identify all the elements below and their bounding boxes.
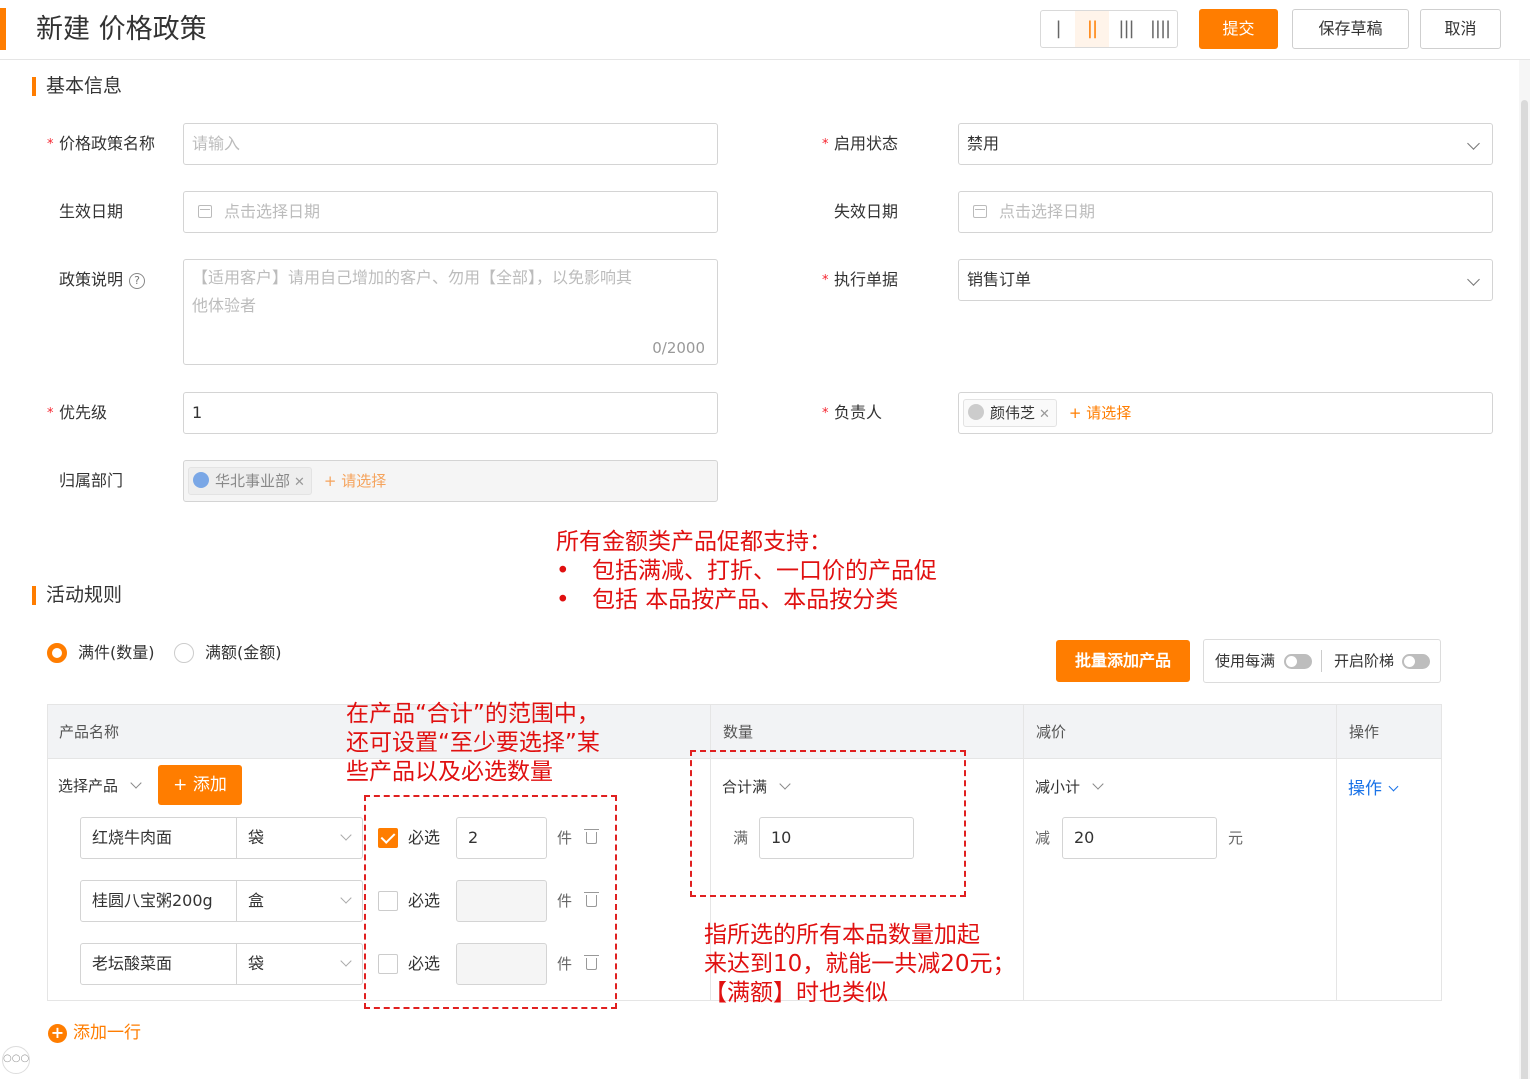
dept-add-button[interactable]: + 请选择 bbox=[324, 472, 386, 490]
doc-select[interactable]: 销售订单 bbox=[958, 259, 1493, 301]
chevron-down-icon bbox=[1092, 778, 1104, 790]
annotation-mid-line2: 还可设置“至少要选择”某 bbox=[346, 730, 600, 756]
add-row-button[interactable]: 添加一行 bbox=[73, 1022, 141, 1044]
annotation-mid-line1: 在产品“合计”的范围中， bbox=[346, 701, 600, 727]
start-date-picker[interactable]: 点击选择日期 bbox=[183, 191, 718, 233]
unit-select[interactable]: 盒 bbox=[237, 880, 363, 922]
annotation-bottom-line3: 【满额】时也类似 bbox=[704, 980, 888, 1006]
ladder-label: 开启阶梯 bbox=[1334, 652, 1395, 670]
add-product-button[interactable]: + 添加 bbox=[158, 765, 242, 805]
start-date-label: 生效日期 bbox=[59, 202, 124, 221]
chevron-down-icon bbox=[340, 892, 352, 904]
discount-prefix: 减 bbox=[1035, 829, 1051, 847]
owner-picker[interactable]: 颜伟芝 ✕ + 请选择 bbox=[958, 392, 1493, 434]
avatar-icon bbox=[968, 404, 984, 420]
annotation-box-required bbox=[364, 795, 617, 1009]
department-icon bbox=[193, 472, 209, 488]
annotation-top-bullet1: 包括满减、打折、一口价的产品促 bbox=[592, 558, 937, 584]
annotation-bottom-line1: 指所选的所有本品数量加起 bbox=[704, 922, 980, 948]
layout-1-column[interactable]: | bbox=[1041, 11, 1075, 47]
chevron-down-icon bbox=[1467, 273, 1480, 286]
batch-add-button[interactable]: 批量添加产品 bbox=[1056, 640, 1190, 682]
annotation-bottom-line2: 来达到10，就能一共减20元； bbox=[704, 951, 1016, 977]
discount-unit: 元 bbox=[1228, 829, 1244, 847]
annotation-top-line1: 所有金额类产品促都支持： bbox=[556, 529, 832, 555]
radio-amount[interactable] bbox=[174, 643, 194, 663]
annotation-top-bullet-char-1: • bbox=[556, 558, 570, 584]
dept-picker[interactable]: 华北事业部 ✕ + 请选择 bbox=[183, 460, 718, 502]
annotation-top-bullet-char-2: • bbox=[556, 587, 570, 613]
annotation-top-bullet2: 包括 本品按产品、本品按分类 bbox=[592, 587, 899, 613]
close-icon[interactable]: ✕ bbox=[1039, 407, 1050, 422]
chevron-down-icon bbox=[340, 829, 352, 841]
product-name-input[interactable]: 老坛酸菜面 bbox=[80, 943, 237, 985]
policy-name-label: * 价格政策名称 bbox=[47, 134, 156, 153]
description-label: 政策说明? bbox=[59, 269, 146, 291]
add-row-icon[interactable]: + bbox=[48, 1024, 67, 1043]
toggle-divider bbox=[1321, 650, 1322, 672]
char-counter: 0/2000 bbox=[652, 339, 705, 357]
column-layout-switch[interactable]: | || ||| |||| bbox=[1040, 10, 1178, 48]
col-header-name: 产品名称 bbox=[59, 723, 120, 741]
status-select[interactable]: 禁用 bbox=[958, 123, 1493, 165]
scrollbar-thumb[interactable] bbox=[1521, 100, 1528, 1079]
status-label: * 启用状态 bbox=[822, 134, 899, 153]
chevron-down-icon bbox=[130, 777, 142, 789]
calendar-icon bbox=[198, 205, 212, 218]
page-title: 新建 价格政策 bbox=[36, 14, 207, 45]
use-each-switch[interactable] bbox=[1284, 654, 1312, 669]
toggle-group: 使用每满 开启阶梯 bbox=[1203, 639, 1441, 683]
discount-mode-select[interactable]: 减小计 bbox=[1035, 776, 1104, 798]
owner-add-button[interactable]: + 请选择 bbox=[1069, 404, 1131, 422]
chevron-down-icon bbox=[1467, 137, 1480, 150]
annotation-box-qty bbox=[690, 750, 966, 897]
owner-tag[interactable]: 颜伟芝 ✕ bbox=[963, 399, 1057, 427]
col-header-discount: 减价 bbox=[1036, 723, 1067, 741]
chevron-down-icon bbox=[1388, 781, 1399, 792]
col-header-op: 操作 bbox=[1349, 723, 1380, 741]
owner-label: * 负责人 bbox=[822, 403, 883, 422]
radio-quantity[interactable] bbox=[47, 643, 67, 663]
discount-amount-input[interactable]: 20 bbox=[1062, 817, 1217, 859]
product-name-input[interactable]: 桂圆八宝粥200g bbox=[80, 880, 237, 922]
dept-tag[interactable]: 华北事业部 ✕ bbox=[188, 467, 312, 495]
priority-label: * 优先级 bbox=[47, 403, 108, 422]
description-textarea[interactable]: 【适用客户】请用自己增加的客户、勿用【全部】，以免影响其 他体验者 0/2000 bbox=[183, 259, 718, 365]
end-date-picker[interactable]: 点击选择日期 bbox=[958, 191, 1493, 233]
submit-button[interactable]: 提交 bbox=[1199, 9, 1278, 49]
close-icon[interactable]: ✕ bbox=[294, 475, 305, 490]
header-accent-bar bbox=[0, 8, 6, 50]
layout-4-column[interactable]: |||| bbox=[1143, 11, 1177, 47]
priority-input[interactable]: 1 bbox=[183, 392, 718, 434]
chevron-down-icon bbox=[340, 955, 352, 967]
use-each-label: 使用每满 bbox=[1215, 652, 1276, 670]
cancel-button[interactable]: 取消 bbox=[1420, 9, 1501, 49]
ladder-switch[interactable] bbox=[1402, 654, 1430, 669]
radio-amount-label[interactable]: 满额(金额) bbox=[205, 642, 282, 664]
unit-select[interactable]: 袋 bbox=[237, 817, 363, 859]
calendar-icon bbox=[973, 205, 987, 218]
doc-label: * 执行单据 bbox=[822, 270, 899, 289]
product-name-input[interactable]: 红烧牛肉面 bbox=[80, 817, 237, 859]
select-product-dropdown[interactable]: 选择产品 bbox=[58, 775, 142, 797]
section-title-rules: 活动规则 bbox=[32, 583, 122, 607]
operation-dropdown[interactable]: 操作 bbox=[1348, 778, 1399, 800]
scrollbar[interactable] bbox=[1519, 60, 1530, 1079]
end-date-label: 失效日期 bbox=[834, 202, 899, 221]
annotation-mid-line3: 些产品以及必选数量 bbox=[346, 759, 553, 785]
save-draft-button[interactable]: 保存草稿 bbox=[1292, 9, 1409, 49]
more-icon[interactable]: ○○○ bbox=[2, 1046, 30, 1074]
unit-select[interactable]: 袋 bbox=[237, 943, 363, 985]
help-icon[interactable]: ? bbox=[129, 273, 146, 289]
dept-label: 归属部门 bbox=[59, 471, 124, 490]
policy-name-input[interactable]: 请输入 bbox=[183, 123, 718, 165]
page-header: 新建 价格政策 | || ||| |||| 提交 保存草稿 取消 bbox=[0, 0, 1530, 60]
radio-quantity-label[interactable]: 满件(数量) bbox=[78, 642, 155, 664]
layout-3-column[interactable]: ||| bbox=[1109, 11, 1143, 47]
section-title-basic: 基本信息 bbox=[32, 74, 122, 98]
col-header-qty: 数量 bbox=[723, 723, 754, 741]
layout-2-column[interactable]: || bbox=[1075, 11, 1109, 47]
